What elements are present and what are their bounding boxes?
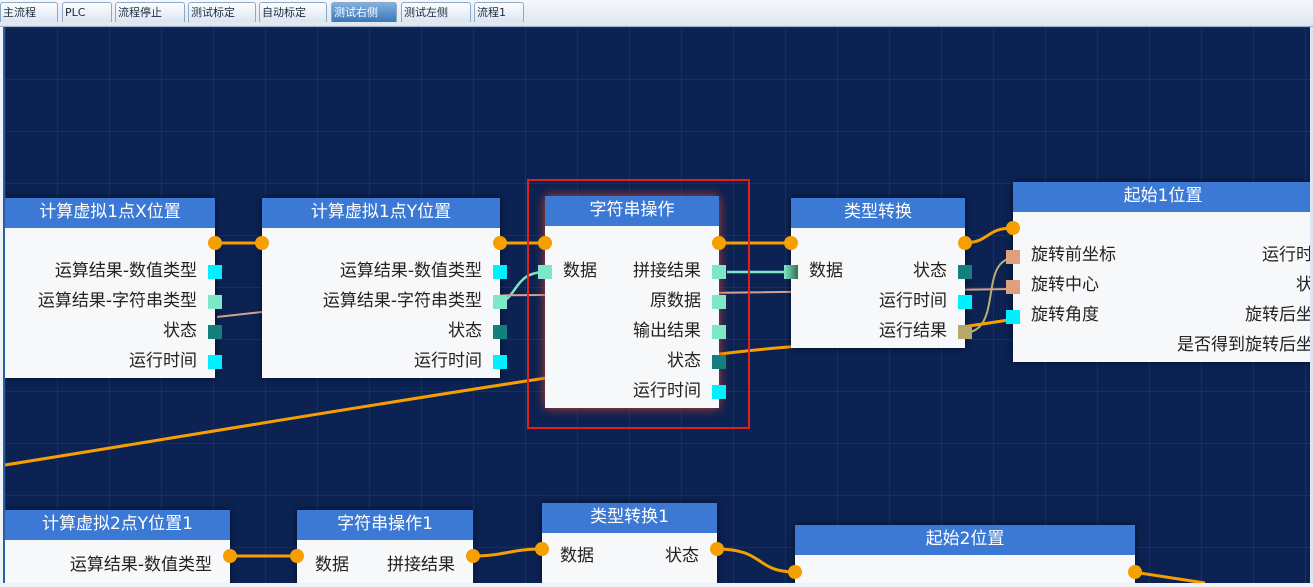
wire-bottom-2 [472, 547, 543, 558]
flow-in-port[interactable] [255, 236, 269, 250]
tab-plc[interactable]: PLC [62, 2, 112, 22]
node-calc-virtual-2y[interactable]: 计算虚拟2点Y位置1 运算结果-数值类型 [5, 510, 230, 583]
output-label: 状态 [163, 321, 197, 341]
output-label: 运行时间 [879, 291, 947, 311]
flow-out-port[interactable] [466, 549, 480, 563]
input-port[interactable] [784, 265, 798, 279]
flow-in-port[interactable] [784, 236, 798, 250]
node-start1-position[interactable]: 起始1位置 旋转前坐标 旋转中心 旋转角度 运行时 状 旋转后坐 是否得到旋转后… [1013, 182, 1313, 362]
input-label: 旋转前坐标 [1031, 245, 1116, 265]
node-title: 计算虚拟1点Y位置 [262, 198, 500, 228]
selection-highlight [527, 179, 750, 429]
tab-flow-stop[interactable]: 流程停止 [115, 2, 185, 22]
flow-out-port[interactable] [223, 549, 237, 563]
output-label: 状态 [913, 261, 947, 281]
tab-test-right[interactable]: 测试右侧 [331, 2, 397, 22]
output-label: 运算结果-数值类型 [54, 261, 197, 281]
output-label: 运行时 [1262, 245, 1313, 265]
output-label: 拼接结果 [387, 555, 455, 575]
input-label: 旋转中心 [1031, 275, 1099, 295]
flow-out-port[interactable] [1128, 565, 1142, 579]
flow-in-port[interactable] [1006, 221, 1020, 235]
node-title: 类型转换 [791, 198, 965, 228]
output-label: 是否得到旋转后坐 [1177, 335, 1313, 355]
output-label: 运算结果-数值类型 [339, 261, 482, 281]
node-title: 起始1位置 [1013, 182, 1310, 212]
output-port[interactable] [493, 265, 507, 279]
flow-out-port[interactable] [710, 542, 724, 556]
output-label: 状态 [665, 546, 699, 566]
output-label: 状 [1296, 275, 1313, 295]
flow-out-port[interactable] [958, 236, 972, 250]
output-port[interactable] [493, 295, 507, 309]
input-label: 数据 [560, 546, 594, 566]
flow-canvas[interactable]: 计算虚拟1点X位置 运算结果-数值类型 运算结果-字符串类型 状态 运行时间 计… [3, 27, 1313, 583]
output-label: 运行结果 [879, 321, 947, 341]
node-string-operation-1[interactable]: 字符串操作1 数据 拼接结果 [297, 510, 473, 583]
node-start2-position[interactable]: 起始2位置 [795, 525, 1135, 583]
flow-in-port[interactable] [788, 565, 802, 579]
input-port[interactable] [1006, 310, 1020, 324]
flow-out-port[interactable] [493, 236, 507, 250]
flow-in-port[interactable] [535, 542, 549, 556]
input-port[interactable] [1006, 250, 1020, 264]
output-label: 状态 [448, 321, 482, 341]
node-type-conversion-1[interactable]: 类型转换1 数据 状态 [542, 503, 717, 583]
node-calc-virtual-y[interactable]: 计算虚拟1点Y位置 运算结果-数值类型 运算结果-字符串类型 状态 运行时间 [262, 198, 500, 378]
output-port[interactable] [208, 355, 222, 369]
output-label: 运算结果-字符串类型 [37, 291, 197, 311]
output-port[interactable] [958, 325, 972, 339]
node-title: 计算虚拟1点X位置 [5, 198, 215, 228]
output-port[interactable] [958, 265, 972, 279]
wire-bottom-4 [1132, 570, 1206, 583]
flow-in-port[interactable] [290, 549, 304, 563]
input-label: 数据 [809, 261, 843, 281]
output-port[interactable] [208, 295, 222, 309]
output-label: 运算结果-数值类型 [69, 555, 212, 575]
output-port[interactable] [493, 325, 507, 339]
tab-test-left[interactable]: 测试左侧 [401, 2, 471, 22]
input-port[interactable] [1006, 280, 1020, 294]
output-port[interactable] [208, 265, 222, 279]
output-label: 旋转后坐 [1245, 305, 1313, 325]
tab-test-calibration[interactable]: 测试标定 [188, 2, 256, 22]
flow-out-port[interactable] [208, 236, 222, 250]
node-title: 起始2位置 [795, 525, 1135, 555]
input-label: 数据 [315, 555, 349, 575]
output-label: 运算结果-字符串类型 [322, 291, 482, 311]
node-title: 类型转换1 [542, 503, 717, 533]
node-calc-virtual-x[interactable]: 计算虚拟1点X位置 运算结果-数值类型 运算结果-字符串类型 状态 运行时间 [5, 198, 215, 378]
node-title: 字符串操作1 [297, 510, 473, 540]
wire-bottom-3 [716, 547, 796, 574]
tab-bar: 主流程 PLC 流程停止 测试标定 自动标定 测试右侧 测试左侧 流程1 [0, 0, 1313, 27]
node-type-conversion[interactable]: 类型转换 数据 状态 运行时间 运行结果 [791, 198, 965, 348]
output-port[interactable] [208, 325, 222, 339]
output-port[interactable] [493, 355, 507, 369]
tab-auto-calibration[interactable]: 自动标定 [259, 2, 327, 22]
output-port[interactable] [958, 295, 972, 309]
input-label: 旋转角度 [1031, 305, 1099, 325]
output-label: 运行时间 [414, 351, 482, 371]
output-label: 运行时间 [129, 351, 197, 371]
tab-flow1[interactable]: 流程1 [474, 2, 524, 22]
tab-main-flow[interactable]: 主流程 [0, 2, 58, 22]
node-title: 计算虚拟2点Y位置1 [5, 510, 230, 540]
